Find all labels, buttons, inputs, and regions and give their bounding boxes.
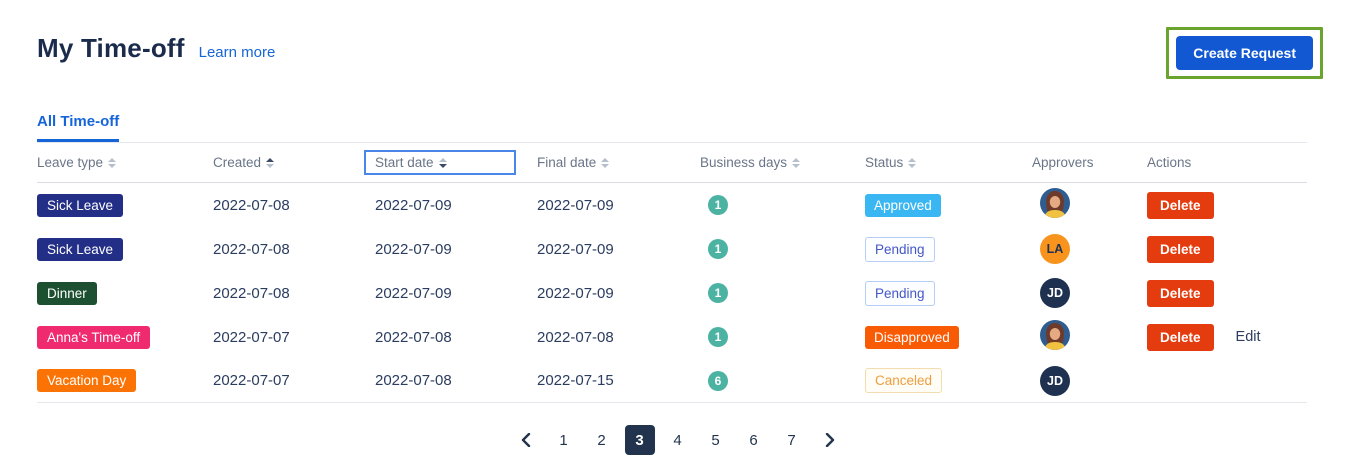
col-header-business-days[interactable]: Business days <box>700 155 865 170</box>
tab-all-timeoff[interactable]: All Time-off <box>37 113 119 142</box>
page-button-2[interactable]: 2 <box>587 425 617 455</box>
approver-avatar-initials[interactable]: JD <box>1040 278 1070 308</box>
business-days-badge: 1 <box>708 327 728 347</box>
pagination: 1 2 3 4 5 6 7 <box>0 425 1355 455</box>
table-row: Sick Leave 2022-07-08 2022-07-09 2022-07… <box>37 227 1307 271</box>
status-badge: Canceled <box>865 368 942 393</box>
learn-more-link[interactable]: Learn more <box>199 44 276 61</box>
start-date-cell: 2022-07-09 <box>375 197 537 214</box>
page-button-7[interactable]: 7 <box>777 425 807 455</box>
page-button-5[interactable]: 5 <box>701 425 731 455</box>
start-date-cell: 2022-07-08 <box>375 372 537 389</box>
approver-avatar-photo[interactable] <box>1040 188 1070 218</box>
leave-type-badge: Sick Leave <box>37 194 123 217</box>
sort-icon <box>908 158 916 168</box>
next-page-icon[interactable] <box>815 425 845 455</box>
created-cell: 2022-07-08 <box>213 285 375 302</box>
delete-button[interactable]: Delete <box>1147 236 1214 263</box>
final-date-cell: 2022-07-15 <box>537 372 700 389</box>
business-days-badge: 1 <box>708 239 728 259</box>
leave-type-badge: Dinner <box>37 282 97 305</box>
highlight-annotation: Create Request <box>1166 27 1323 79</box>
final-date-cell: 2022-07-08 <box>537 329 700 346</box>
col-header-created[interactable]: Created <box>213 155 375 170</box>
final-date-cell: 2022-07-09 <box>537 285 700 302</box>
page-button-4[interactable]: 4 <box>663 425 693 455</box>
page-header: My Time-off Learn more Create Request <box>0 0 1355 79</box>
start-date-cell: 2022-07-09 <box>375 241 537 258</box>
col-header-start-date[interactable]: Start date <box>375 150 537 175</box>
col-header-actions: Actions <box>1147 155 1307 170</box>
col-header-leave-type[interactable]: Leave type <box>37 155 213 170</box>
status-badge: Pending <box>865 237 935 262</box>
edit-link[interactable]: Edit <box>1236 329 1261 345</box>
created-cell: 2022-07-07 <box>213 329 375 346</box>
created-cell: 2022-07-08 <box>213 241 375 258</box>
business-days-badge: 6 <box>708 371 728 391</box>
timeoff-table: Leave type Created Start date Final date… <box>37 143 1307 403</box>
status-badge: Disapproved <box>865 326 959 349</box>
page-button-3-current[interactable]: 3 <box>625 425 655 455</box>
delete-button[interactable]: Delete <box>1147 192 1214 219</box>
my-timeoff-page: My Time-off Learn more Create Request Al… <box>0 0 1355 470</box>
final-date-cell: 2022-07-09 <box>537 197 700 214</box>
col-header-status[interactable]: Status <box>865 155 1032 170</box>
business-days-badge: 1 <box>708 195 728 215</box>
sort-icon <box>792 158 800 168</box>
focused-header-box: Start date <box>364 150 516 175</box>
table-header-row: Leave type Created Start date Final date… <box>37 143 1307 183</box>
col-header-final-date[interactable]: Final date <box>537 155 700 170</box>
created-cell: 2022-07-08 <box>213 197 375 214</box>
start-date-cell: 2022-07-09 <box>375 285 537 302</box>
tab-bar: All Time-off <box>37 113 1307 143</box>
page-button-1[interactable]: 1 <box>549 425 579 455</box>
page-title: My Time-off <box>37 33 185 64</box>
status-badge: Approved <box>865 194 941 217</box>
table-row: Anna's Time-off 2022-07-07 2022-07-08 20… <box>37 315 1307 359</box>
created-cell: 2022-07-07 <box>213 372 375 389</box>
final-date-cell: 2022-07-09 <box>537 241 700 258</box>
business-days-badge: 1 <box>708 283 728 303</box>
leave-type-badge: Anna's Time-off <box>37 326 150 349</box>
status-badge: Pending <box>865 281 935 306</box>
col-header-approvers: Approvers <box>1032 155 1147 170</box>
delete-button[interactable]: Delete <box>1147 324 1214 351</box>
prev-page-icon[interactable] <box>511 425 541 455</box>
sort-icon <box>601 158 609 168</box>
table-row: Sick Leave 2022-07-08 2022-07-09 2022-07… <box>37 183 1307 227</box>
delete-button[interactable]: Delete <box>1147 280 1214 307</box>
page-button-6[interactable]: 6 <box>739 425 769 455</box>
sort-desc-icon <box>439 158 447 168</box>
leave-type-badge: Vacation Day <box>37 369 136 392</box>
leave-type-badge: Sick Leave <box>37 238 123 261</box>
sort-icon <box>108 158 116 168</box>
approver-avatar-photo[interactable] <box>1040 320 1070 350</box>
approver-avatar-initials[interactable]: JD <box>1040 366 1070 396</box>
start-date-cell: 2022-07-08 <box>375 329 537 346</box>
sort-asc-icon <box>266 158 274 168</box>
create-request-button[interactable]: Create Request <box>1176 36 1313 70</box>
table-row: Dinner 2022-07-08 2022-07-09 2022-07-09 … <box>37 271 1307 315</box>
approver-avatar-initials[interactable]: LA <box>1040 234 1070 264</box>
table-row: Vacation Day 2022-07-07 2022-07-08 2022-… <box>37 359 1307 403</box>
